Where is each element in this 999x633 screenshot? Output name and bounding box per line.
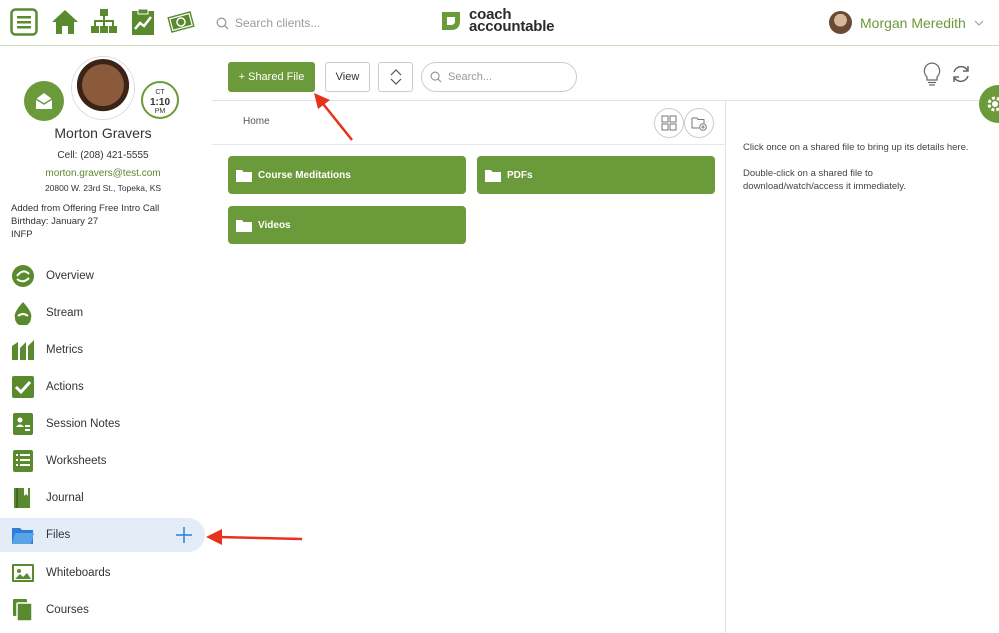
logo[interactable]: coach accountable — [439, 7, 555, 35]
nav-files[interactable]: Files — [0, 518, 205, 552]
actions-icon — [12, 376, 34, 398]
stream-icon — [14, 302, 32, 325]
client-photo — [72, 57, 134, 119]
client-cell: Cell: (208) 421-5555 — [57, 150, 149, 161]
nav-session-notes[interactable]: Session Notes — [0, 407, 205, 441]
sort-button[interactable] — [378, 62, 413, 92]
search-icon — [430, 71, 442, 83]
sort-chevrons-icon — [390, 69, 401, 85]
nav-journal-label: Journal — [46, 492, 84, 504]
nav-actions[interactable]: Actions — [0, 370, 205, 404]
folder-course-meditations[interactable]: Course Meditations — [228, 156, 466, 194]
metrics-icon — [12, 340, 34, 360]
home-icon[interactable] — [51, 8, 79, 36]
lightbulb-icon[interactable] — [922, 62, 942, 86]
client-search[interactable]: Search clients... — [216, 13, 406, 33]
view-button[interactable]: View — [325, 62, 370, 92]
annotation-arrow-shared-file — [314, 93, 353, 141]
logo-mark-icon — [442, 12, 460, 30]
session-notes-icon — [13, 413, 33, 435]
gear-icon — [987, 96, 999, 112]
refresh-icon[interactable] — [950, 63, 972, 85]
nav-whiteboards-label: Whiteboards — [46, 567, 111, 579]
detail-hint-double-click: Double-click on a shared file to downloa… — [743, 168, 906, 192]
grid-view-button[interactable] — [654, 108, 684, 138]
add-shared-file-button[interactable]: + Shared File — [228, 62, 315, 92]
ampm: PM — [154, 108, 166, 115]
money-icon[interactable] — [167, 8, 195, 36]
file-browser: Home Course Meditations PDFs Videos — [212, 101, 726, 633]
nav-courses[interactable]: Courses — [0, 593, 205, 627]
nav-worksheets-label: Worksheets — [46, 455, 107, 467]
folder-name: PDFs — [507, 169, 533, 181]
folder-name: Course Meditations — [258, 169, 351, 181]
menu-icon[interactable] — [10, 8, 38, 36]
folder-videos[interactable]: Videos — [228, 206, 466, 244]
overview-icon — [12, 265, 34, 287]
whiteboards-icon — [12, 564, 34, 582]
annotation-arrow-files-plus — [206, 529, 303, 545]
file-search[interactable]: Search... — [421, 62, 577, 92]
chart-clipboard-icon[interactable] — [129, 8, 157, 36]
file-detail-panel: Click once on a shared file to bring up … — [743, 141, 973, 206]
settings-tab[interactable] — [979, 85, 999, 123]
client-search-placeholder: Search clients... — [235, 16, 321, 30]
nav-metrics-label: Metrics — [46, 344, 84, 356]
user-name: Morgan Meredith — [860, 14, 966, 31]
nav-overview-label: Overview — [46, 270, 94, 282]
nav-session-notes-label: Session Notes — [46, 418, 121, 430]
folder-icon — [236, 219, 252, 232]
nav-overview[interactable]: Overview — [0, 259, 205, 293]
org-chart-icon[interactable] — [90, 8, 118, 36]
nav-files-label: Files — [46, 529, 71, 541]
client-sidebar: CT 1:10 PM Morton Gravers Cell: (208) 42… — [0, 47, 212, 633]
client-email[interactable]: morton.gravers@test.com — [0, 168, 206, 179]
nav-worksheets[interactable]: Worksheets — [0, 444, 205, 478]
client-note-type: INFP — [11, 229, 33, 240]
top-bar: Search clients... coach accountable Morg… — [0, 0, 999, 46]
folder-pdfs[interactable]: PDFs — [477, 156, 715, 194]
nav-journal[interactable]: Journal — [0, 481, 205, 515]
search-icon — [216, 17, 229, 29]
client-local-time: CT 1:10 PM — [141, 81, 179, 119]
nav-stream[interactable]: Stream — [0, 296, 205, 330]
add-file-plus-icon[interactable] — [175, 526, 193, 544]
message-button[interactable] — [24, 81, 64, 121]
courses-icon — [13, 599, 33, 622]
user-menu[interactable]: Morgan Meredith — [829, 11, 984, 34]
new-folder-button[interactable] — [684, 108, 714, 138]
detail-hint-click: Click once on a shared file to bring up … — [743, 142, 969, 153]
breadcrumb-home[interactable]: Home — [243, 116, 270, 127]
add-folder-icon — [691, 117, 707, 131]
breadcrumb: Home — [212, 101, 726, 145]
folder-name: Videos — [258, 219, 291, 231]
client-note-birthday: Birthday: January 27 — [11, 216, 99, 227]
envelope-icon — [35, 93, 53, 109]
folder-icon — [236, 169, 252, 182]
time: 1:10 — [149, 97, 170, 108]
timezone: CT — [155, 89, 165, 96]
files-icon — [12, 528, 34, 544]
nav-courses-label: Courses — [46, 604, 89, 616]
folder-icon — [485, 169, 501, 182]
nav-stream-label: Stream — [46, 307, 84, 319]
file-search-placeholder: Search... — [448, 71, 493, 83]
worksheets-icon — [13, 450, 33, 472]
nav-metrics[interactable]: Metrics — [0, 333, 205, 367]
journal-icon — [14, 488, 30, 508]
chevron-down-icon — [974, 20, 984, 26]
nav-actions-label: Actions — [46, 381, 84, 393]
avatar — [829, 11, 852, 34]
client-name: Morton Gravers — [54, 125, 152, 141]
grid-icon — [661, 115, 677, 131]
logo-line-2: accountable — [469, 18, 555, 35]
nav-whiteboards[interactable]: Whiteboards — [0, 556, 205, 590]
client-note-source: Added from Offering Free Intro Call — [11, 203, 160, 214]
client-address: 20800 W. 23rd St., Topeka, KS — [44, 183, 162, 193]
